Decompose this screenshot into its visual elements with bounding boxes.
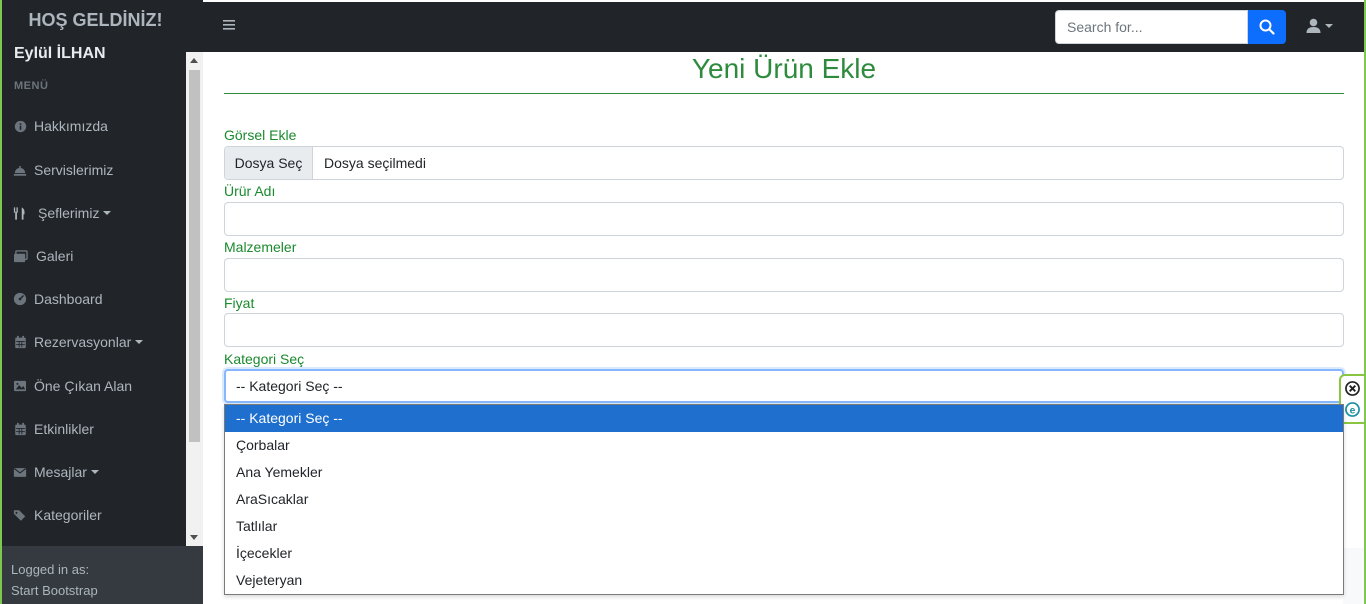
category-option[interactable]: -- Kategori Seç --: [225, 405, 1343, 432]
chevron-down-icon: [1325, 24, 1333, 28]
sidebar-toggle-button[interactable]: [223, 17, 235, 35]
sidebar-scrollbar[interactable]: [186, 52, 203, 546]
chevron-down-icon: [135, 340, 144, 344]
sidebar-item-label: Şeflerimiz: [38, 205, 100, 221]
sidebar-item-seflerimiz[interactable]: Şeflerimiz: [12, 201, 112, 225]
info-circle-icon: [12, 118, 28, 134]
category-option[interactable]: İçecekler: [225, 540, 1343, 567]
logged-in-user: Start Bootstrap: [11, 583, 98, 598]
sidebar-item-label: Dashboard: [34, 291, 103, 307]
calendar-icon: [12, 421, 28, 437]
name-field[interactable]: [224, 202, 1344, 236]
sidebar-item-one-cikan-alan[interactable]: Öne Çıkan Alan: [12, 374, 132, 398]
file-status: Dosya seçilmedi: [324, 155, 426, 171]
category-option[interactable]: Vejeteryan: [225, 567, 1343, 594]
category-dropdown-list: -- Kategori Seç -- Çorbalar Ana Yemekler…: [224, 404, 1344, 595]
sidebar-item-mesajlar[interactable]: Mesajlar: [12, 460, 99, 484]
search-icon: [1259, 19, 1275, 35]
ingredients-label: Malzemeler: [224, 239, 297, 255]
svg-text:e: e: [1350, 405, 1356, 416]
logged-in-label: Logged in as:: [11, 562, 90, 577]
image-icon: [12, 378, 28, 394]
gauge-icon: [12, 291, 28, 307]
search-button[interactable]: [1248, 10, 1286, 44]
category-option[interactable]: Ana Yemekler: [225, 459, 1343, 486]
price-field[interactable]: [224, 313, 1344, 347]
sidebar-item-kategoriler[interactable]: Kategoriler: [12, 503, 102, 527]
category-label: Kategori Seç: [224, 351, 305, 367]
chevron-down-icon: [90, 470, 99, 474]
ingredients-field[interactable]: [224, 258, 1344, 292]
menu-icon: [223, 20, 235, 30]
sidebar-item-label: Etkinlikler: [34, 421, 94, 437]
topbar: [203, 2, 1364, 52]
user-dropdown-toggle[interactable]: [1306, 18, 1333, 34]
image-label: Görsel Ekle: [224, 127, 297, 143]
image-file-input[interactable]: Dosya Seç Dosya seçilmedi: [224, 146, 1344, 180]
sidebar-item-rezervasyonlar[interactable]: Rezervasyonlar: [12, 330, 144, 354]
sidebar-item-servislerimiz[interactable]: Servislerimiz: [12, 158, 113, 182]
images-icon: [12, 248, 28, 264]
sidebar-item-etkinlikler[interactable]: Etkinlikler: [12, 417, 94, 441]
sidebar-brand[interactable]: HOŞ GELDİNİZ!: [2, 0, 203, 40]
tags-icon: [12, 507, 28, 523]
sidebar-item-galeri[interactable]: Galeri: [12, 244, 73, 268]
sidebar-item-label: Hakkımızda: [34, 118, 108, 134]
chevron-down-icon: [103, 211, 112, 215]
sidebar-item-label: Kategoriler: [34, 507, 102, 523]
utensils-icon: [12, 205, 28, 221]
scroll-up-icon[interactable]: [190, 58, 198, 63]
sidebar-item-label: Servislerimiz: [34, 162, 114, 178]
sidebar-footer: Logged in as: Start Bootstrap: [2, 546, 203, 604]
sidebar-item-label: Galeri: [36, 248, 74, 264]
choose-file-button[interactable]: Dosya Seç: [225, 147, 313, 179]
category-option[interactable]: Çorbalar: [225, 432, 1343, 459]
user-icon: [1306, 18, 1321, 33]
sidebar-user-name: Eylül İLHAN: [14, 45, 106, 62]
sidebar-item-label: Mesajlar: [34, 464, 87, 480]
sidebar-item-dashboard[interactable]: Dashboard: [12, 287, 103, 311]
sidebar-item-label: Rezervasyonlar: [34, 334, 132, 350]
search-input[interactable]: [1055, 10, 1248, 44]
page-footer: [1343, 548, 1364, 604]
title-divider: [224, 93, 1344, 94]
category-select[interactable]: -- Kategori Seç --: [224, 369, 1344, 403]
envelope-icon: [12, 464, 28, 480]
sidebar-item-label: Öne Çıkan Alan: [34, 378, 133, 394]
scroll-down-icon[interactable]: [190, 535, 198, 540]
calendar-icon: [12, 334, 28, 350]
extension-e-icon[interactable]: e: [1345, 402, 1360, 417]
sidebar-menu-heading: MENÜ: [14, 80, 49, 92]
sidebar-menu: Eylül İLHAN MENÜ Hakkımızda Servislerimi…: [2, 40, 203, 546]
close-circle-icon[interactable]: [1345, 381, 1360, 396]
sidebar-item-hakkimizda[interactable]: Hakkımızda: [12, 114, 108, 138]
search-form: [1055, 10, 1286, 44]
name-label: Ürür Adı: [224, 183, 276, 199]
sidebar: HOŞ GELDİNİZ! Eylül İLHAN MENÜ Hakkımızd…: [2, 0, 203, 604]
cloche-icon: [12, 162, 28, 178]
page-title: Yeni Ürün Ekle: [691, 53, 877, 84]
price-label: Fiyat: [224, 295, 255, 311]
category-option[interactable]: Tatlılar: [225, 513, 1343, 540]
scrollbar-thumb[interactable]: [189, 70, 200, 442]
main-content: Yeni Ürün Ekle Görsel Ekle Dosya Seç Dos…: [203, 52, 1364, 604]
category-option[interactable]: AraSıcaklar: [225, 486, 1343, 513]
